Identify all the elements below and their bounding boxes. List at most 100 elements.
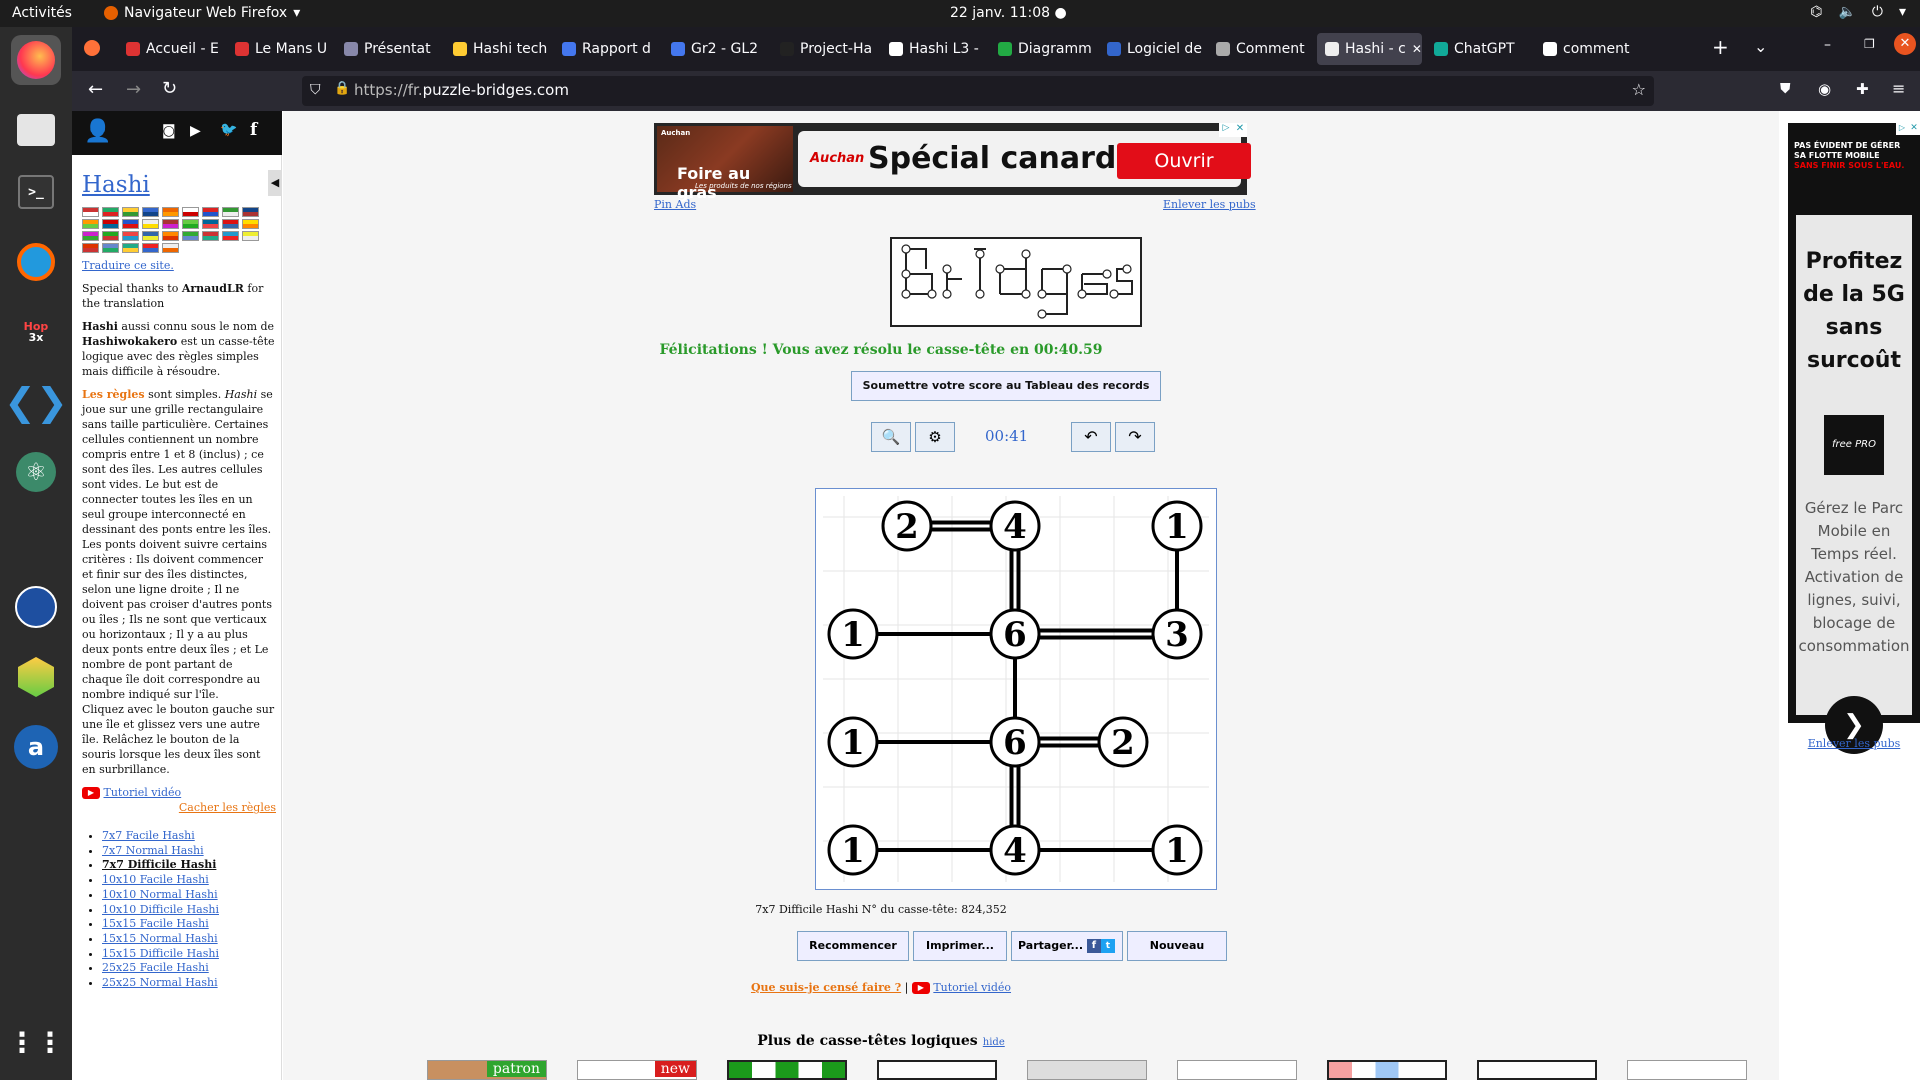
level-item[interactable]: 10x10 Facile Hashi [102, 873, 276, 888]
flag-icon[interactable] [102, 243, 119, 253]
flag-icon[interactable] [82, 243, 99, 253]
flag-icon[interactable] [202, 231, 219, 241]
tab[interactable]: Hashi - c ✕ [1317, 33, 1422, 65]
top-ad[interactable]: Auchan Foire au gras Les produits de nos… [654, 123, 1251, 202]
vscode-dock-icon[interactable]: ❮❯ [4, 377, 68, 427]
flag-icon[interactable] [142, 231, 159, 241]
level-item[interactable]: 25x25 Facile Hashi [102, 961, 276, 976]
app-dock-icon[interactable] [11, 237, 61, 287]
hide-rules-link[interactable]: Cacher les règles [82, 800, 276, 815]
flag-icon[interactable] [82, 219, 99, 229]
firefox-dock-icon[interactable] [11, 35, 61, 85]
settings-button[interactable]: ⚙ [915, 422, 955, 452]
restore-button[interactable]: ❐ [1864, 37, 1875, 51]
shield-icon[interactable]: ⛉ [310, 82, 321, 98]
reload-icon[interactable]: ↻ [162, 78, 177, 99]
atom-dock-icon[interactable]: ⚛ [11, 447, 61, 497]
flag-icon[interactable] [202, 207, 219, 217]
pocket-icon[interactable]: ⛊ [1780, 81, 1791, 97]
flag-icon[interactable] [102, 231, 119, 241]
pin-ads-link[interactable]: Pin Ads [654, 198, 696, 211]
tab[interactable]: Accueil - E [118, 33, 223, 65]
thunderbird-dock-icon[interactable] [11, 582, 61, 632]
thumb-puzzle-5[interactable] [1027, 1060, 1147, 1080]
level-item[interactable]: 15x15 Facile Hashi [102, 917, 276, 932]
print-button[interactable]: Imprimer... [913, 931, 1007, 961]
clock[interactable]: 22 janv. 11:08 ● [950, 5, 1067, 21]
flag-icon[interactable] [182, 219, 199, 229]
firefox-view-icon[interactable] [84, 40, 100, 56]
flag-icon[interactable] [122, 219, 139, 229]
flag-icon[interactable] [222, 207, 239, 217]
share-button[interactable]: Partager... ft [1011, 931, 1123, 961]
tab[interactable]: Project-Ha [772, 33, 877, 65]
ad-choices-icon[interactable]: ▷ [1219, 123, 1233, 137]
twitter-icon[interactable]: 🐦 [220, 122, 237, 138]
thumb-puzzle-7[interactable] [1327, 1060, 1447, 1080]
ad-close-icon[interactable]: ✕ [1908, 123, 1920, 135]
tab[interactable]: Diagramm [990, 33, 1095, 65]
sidebar-title[interactable]: Hashi [82, 171, 276, 199]
forward-icon[interactable]: → [126, 79, 141, 100]
level-item[interactable]: 7x7 Facile Hashi [102, 829, 276, 844]
minimize-button[interactable]: – [1824, 37, 1831, 53]
flag-icon[interactable] [162, 231, 179, 241]
thumb-puzzle-9[interactable] [1627, 1060, 1747, 1080]
bookmark-star-icon[interactable]: ☆ [1632, 80, 1646, 99]
lock-icon[interactable]: 🔒 [334, 81, 350, 96]
flag-icon[interactable] [142, 207, 159, 217]
ad-close-icon[interactable]: ✕ [1233, 123, 1247, 137]
flag-icon[interactable] [242, 219, 259, 229]
puzzle-board[interactable]: 2 4 1 1 6 3 1 6 2 1 4 1 [815, 488, 1217, 890]
level-item[interactable]: 7x7 Difficile Hashi [102, 858, 276, 873]
hint-button[interactable]: 🔍 [871, 422, 911, 452]
hide-more-link[interactable]: hide [983, 1037, 1005, 1048]
undo-button[interactable]: ↶ [1071, 422, 1111, 452]
ad-open-button[interactable]: Ouvrir [1117, 143, 1251, 179]
discord-icon[interactable]: ◙ [162, 123, 176, 139]
list-tabs-button[interactable]: ⌄ [1754, 37, 1767, 56]
flag-icon[interactable] [82, 231, 99, 241]
flag-icon[interactable] [222, 231, 239, 241]
level-item[interactable]: 25x25 Normal Hashi [102, 976, 276, 991]
language-flags[interactable] [82, 207, 262, 253]
app-menu[interactable]: Navigateur Web Firefox ▾ [104, 5, 300, 21]
tab[interactable]: Le Mans U [227, 33, 332, 65]
facebook-icon[interactable]: f [250, 120, 257, 140]
level-item[interactable]: 7x7 Normal Hashi [102, 844, 276, 859]
tab[interactable]: Rapport d [554, 33, 659, 65]
video-tutorial-link[interactable]: Tutoriel vidéo [933, 981, 1011, 994]
flag-icon[interactable] [122, 231, 139, 241]
account-icon[interactable]: ◉ [1818, 80, 1831, 98]
restart-button[interactable]: Recommencer [797, 931, 909, 961]
level-item[interactable]: 15x15 Normal Hashi [102, 932, 276, 947]
level-item[interactable]: 10x10 Difficile Hashi [102, 903, 276, 918]
flag-icon[interactable] [242, 207, 259, 217]
app-grid-icon[interactable]: ⋮⋮ [8, 1017, 64, 1067]
flag-icon[interactable] [102, 219, 119, 229]
extensions-icon[interactable]: ✚ [1856, 80, 1869, 98]
flag-icon[interactable] [82, 207, 99, 217]
flag-icon[interactable] [182, 231, 199, 241]
what-todo-link[interactable]: Que suis-je censé faire ? [751, 981, 901, 994]
bridges-logo[interactable] [890, 237, 1142, 327]
menu-icon[interactable]: ≡ [1892, 79, 1905, 98]
close-window-button[interactable]: ✕ [1894, 33, 1916, 55]
close-tab-icon[interactable]: ✕ [1412, 42, 1422, 56]
flag-icon[interactable] [122, 243, 139, 253]
thumb-puzzle-6[interactable] [1177, 1060, 1297, 1080]
tab[interactable]: Gr2 - GL2 [663, 33, 768, 65]
submit-score-button[interactable]: Soumettre votre score au Tableau des rec… [851, 371, 1161, 401]
redo-button[interactable]: ↷ [1115, 422, 1155, 452]
thumb-puzzle-3[interactable] [727, 1060, 847, 1080]
package-dock-icon[interactable] [11, 652, 61, 702]
flag-icon[interactable] [102, 207, 119, 217]
flag-icon[interactable] [162, 207, 179, 217]
video-tutorial-link[interactable]: ▶ Tutoriel vidéo [82, 785, 276, 800]
flag-icon[interactable] [142, 219, 159, 229]
flag-icon[interactable] [242, 231, 259, 241]
flag-icon[interactable] [162, 219, 179, 229]
flag-icon[interactable] [162, 243, 179, 253]
level-item[interactable]: 15x15 Difficile Hashi [102, 947, 276, 962]
tab[interactable]: Hashi L3 - [881, 33, 986, 65]
